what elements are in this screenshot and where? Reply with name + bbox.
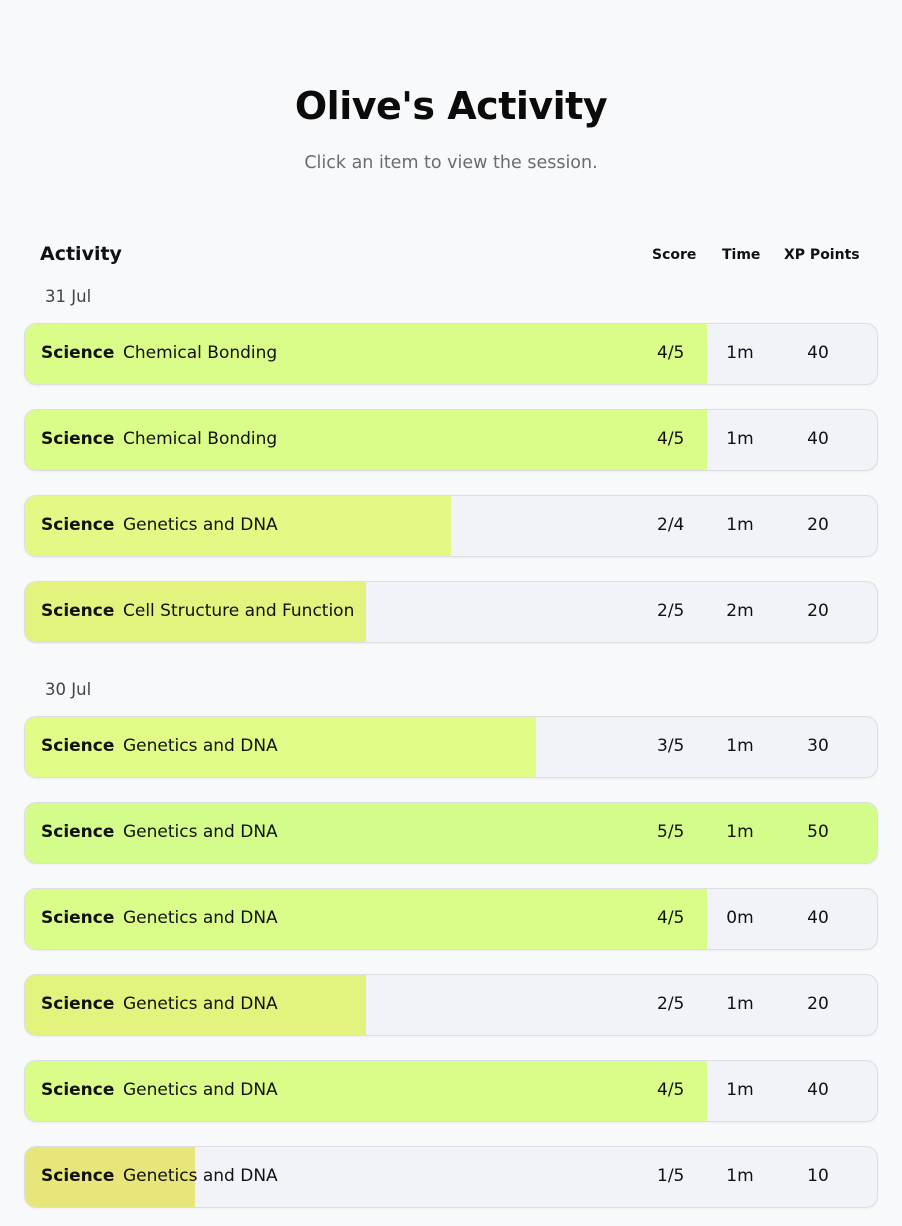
activity-time: 0m: [726, 908, 754, 928]
activity-xp-points: 20: [807, 601, 829, 621]
activity-xp-points: 30: [807, 736, 829, 756]
activity-time: 1m: [726, 515, 754, 535]
activity-time: 1m: [726, 1080, 754, 1100]
activity-topic: Cell Structure and Function: [123, 601, 355, 621]
activity-score: 2/5: [657, 994, 685, 1014]
activity-score: 4/5: [657, 343, 685, 363]
activity-row[interactable]: Science Genetics and DNA 1/5 1m 10: [24, 1146, 878, 1208]
activity-time: 1m: [726, 343, 754, 363]
activity-time: 2m: [726, 601, 754, 621]
activity-time: 1m: [726, 822, 754, 842]
activity-row[interactable]: Science Chemical Bonding 4/5 1m 40: [24, 409, 878, 471]
activity-subject: Science: [41, 343, 115, 363]
activity-xp-points: 40: [807, 1080, 829, 1100]
activity-subject: Science: [41, 822, 115, 842]
date-group-label: 31 Jul: [45, 287, 92, 306]
activity-row[interactable]: Science Chemical Bonding 4/5 1m 40: [24, 323, 878, 385]
activity-topic: Chemical Bonding: [123, 429, 278, 449]
activity-row[interactable]: Science Genetics and DNA 3/5 1m 30: [24, 716, 878, 778]
activity-subject: Science: [41, 429, 115, 449]
activity-xp-points: 20: [807, 515, 829, 535]
activity-score: 5/5: [657, 822, 685, 842]
activity-score: 3/5: [657, 736, 685, 756]
activity-row[interactable]: Science Genetics and DNA 2/5 1m 20: [24, 974, 878, 1036]
activity-topic: Genetics and DNA: [123, 822, 278, 842]
activity-topic: Genetics and DNA: [123, 994, 278, 1014]
activity-row[interactable]: Science Cell Structure and Function 2/5 2m 2…: [24, 581, 878, 643]
activity-score: 2/5: [657, 601, 685, 621]
activity-topic: Genetics and DNA: [123, 515, 278, 535]
activity-time: 1m: [726, 429, 754, 449]
activity-time: 1m: [726, 736, 754, 756]
page-title: Olive's Activity: [294, 84, 608, 128]
activity-xp-points: 10: [807, 1166, 829, 1186]
activity-score: 4/5: [657, 1080, 685, 1100]
activity-topic: Genetics and DNA: [123, 908, 278, 928]
activity-subject: Science: [41, 908, 115, 928]
activity-row[interactable]: Science Genetics and DNA 4/5 1m 40: [24, 1060, 878, 1122]
activity-time: 1m: [726, 994, 754, 1014]
activity-topic: Genetics and DNA: [123, 1166, 278, 1186]
activity-subject: Science: [41, 1080, 115, 1100]
activity-subject: Science: [41, 1166, 115, 1186]
activity-score: 4/5: [657, 908, 685, 928]
activity-score: 4/5: [657, 429, 685, 449]
activity-topic: Genetics and DNA: [123, 736, 278, 756]
column-header-score: Score: [652, 247, 697, 263]
activity-score: 1/5: [657, 1166, 685, 1186]
activity-xp-points: 40: [807, 908, 829, 928]
activity-subject: Science: [41, 994, 115, 1014]
activity-subject: Science: [41, 601, 115, 621]
activity-subject: Science: [41, 515, 115, 535]
activity-xp-points: 20: [807, 994, 829, 1014]
date-group-label: 30 Jul: [45, 680, 92, 699]
activity-subject: Science: [41, 736, 115, 756]
activity-row[interactable]: Science Genetics and DNA 5/5 1m 50: [24, 802, 878, 864]
activity-row[interactable]: Science Genetics and DNA 2/4 1m 20: [24, 495, 878, 557]
activity-row[interactable]: Science Genetics and DNA 4/5 0m 40: [24, 888, 878, 950]
activity-score: 2/4: [657, 515, 685, 535]
activity-xp-points: 40: [807, 343, 829, 363]
activity-xp-points: 40: [807, 429, 829, 449]
activity-topic: Chemical Bonding: [123, 343, 278, 363]
column-header-xp: XP Points: [784, 247, 860, 263]
activity-topic: Genetics and DNA: [123, 1080, 278, 1100]
page-subtitle: Click an item to view the session.: [304, 153, 598, 173]
activity-time: 1m: [726, 1166, 754, 1186]
column-header-activity: Activity: [40, 243, 122, 265]
activity-xp-points: 50: [807, 822, 829, 842]
column-header-time: Time: [722, 247, 761, 263]
